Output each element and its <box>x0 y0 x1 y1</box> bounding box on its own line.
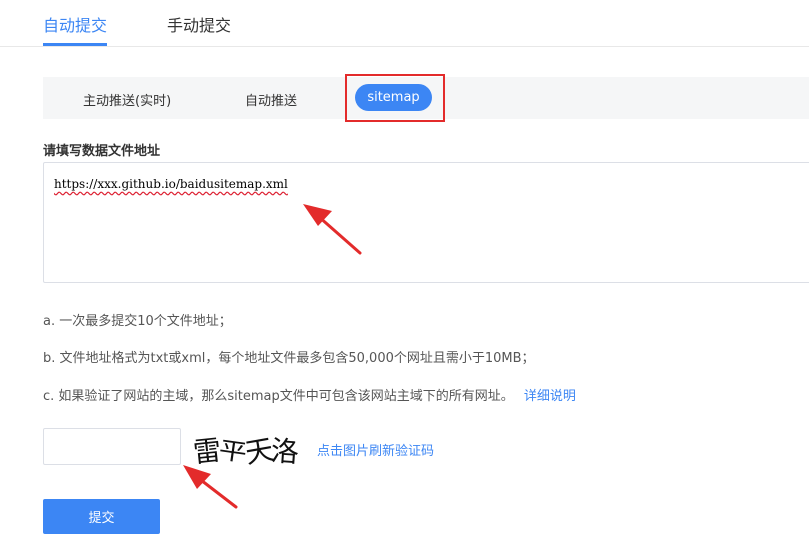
main-tabs: 自动提交 手动提交 <box>0 0 809 47</box>
annotation-arrow-captcha <box>183 465 238 509</box>
captcha-image[interactable]: 雷平天洛 <box>192 428 303 470</box>
note-c-text: c. 如果验证了网站的主域，那么sitemap文件中可包含该网站主域下的所有网址… <box>43 389 514 404</box>
tab-auto-submit[interactable]: 自动提交 <box>43 12 107 36</box>
tab-manual-submit[interactable]: 手动提交 <box>167 12 231 36</box>
annotation-highlight-box <box>345 74 445 122</box>
refresh-captcha-link[interactable]: 点击图片刷新验证码 <box>317 440 434 459</box>
captcha-input[interactable] <box>43 428 181 465</box>
sitemap-url-textarea[interactable]: https://xxx.github.io/baidusitemap.xml <box>43 162 809 283</box>
sitemap-url-value: https://xxx.github.io/baidusitemap.xml <box>54 177 288 191</box>
url-field-label: 请填写数据文件地址 <box>43 144 161 159</box>
submit-button[interactable]: 提交 <box>43 499 160 534</box>
note-a: a. 一次最多提交10个文件地址； <box>43 314 232 329</box>
subtab-auto-push[interactable]: 自动推送 <box>245 90 297 109</box>
note-b: b. 文件地址格式为txt或xml，每个地址文件最多包含50,000个网址且需小… <box>43 351 535 366</box>
subtab-realtime-push[interactable]: 主动推送(实时) <box>83 90 171 109</box>
captcha-char-4: 洛 <box>269 434 299 469</box>
captcha-image-text: 雷平天洛 <box>192 430 299 470</box>
active-tab-underline <box>43 43 107 46</box>
details-link[interactable]: 详细说明 <box>524 389 576 404</box>
note-c: c. 如果验证了网站的主域，那么sitemap文件中可包含该网站主域下的所有网址… <box>43 385 576 404</box>
